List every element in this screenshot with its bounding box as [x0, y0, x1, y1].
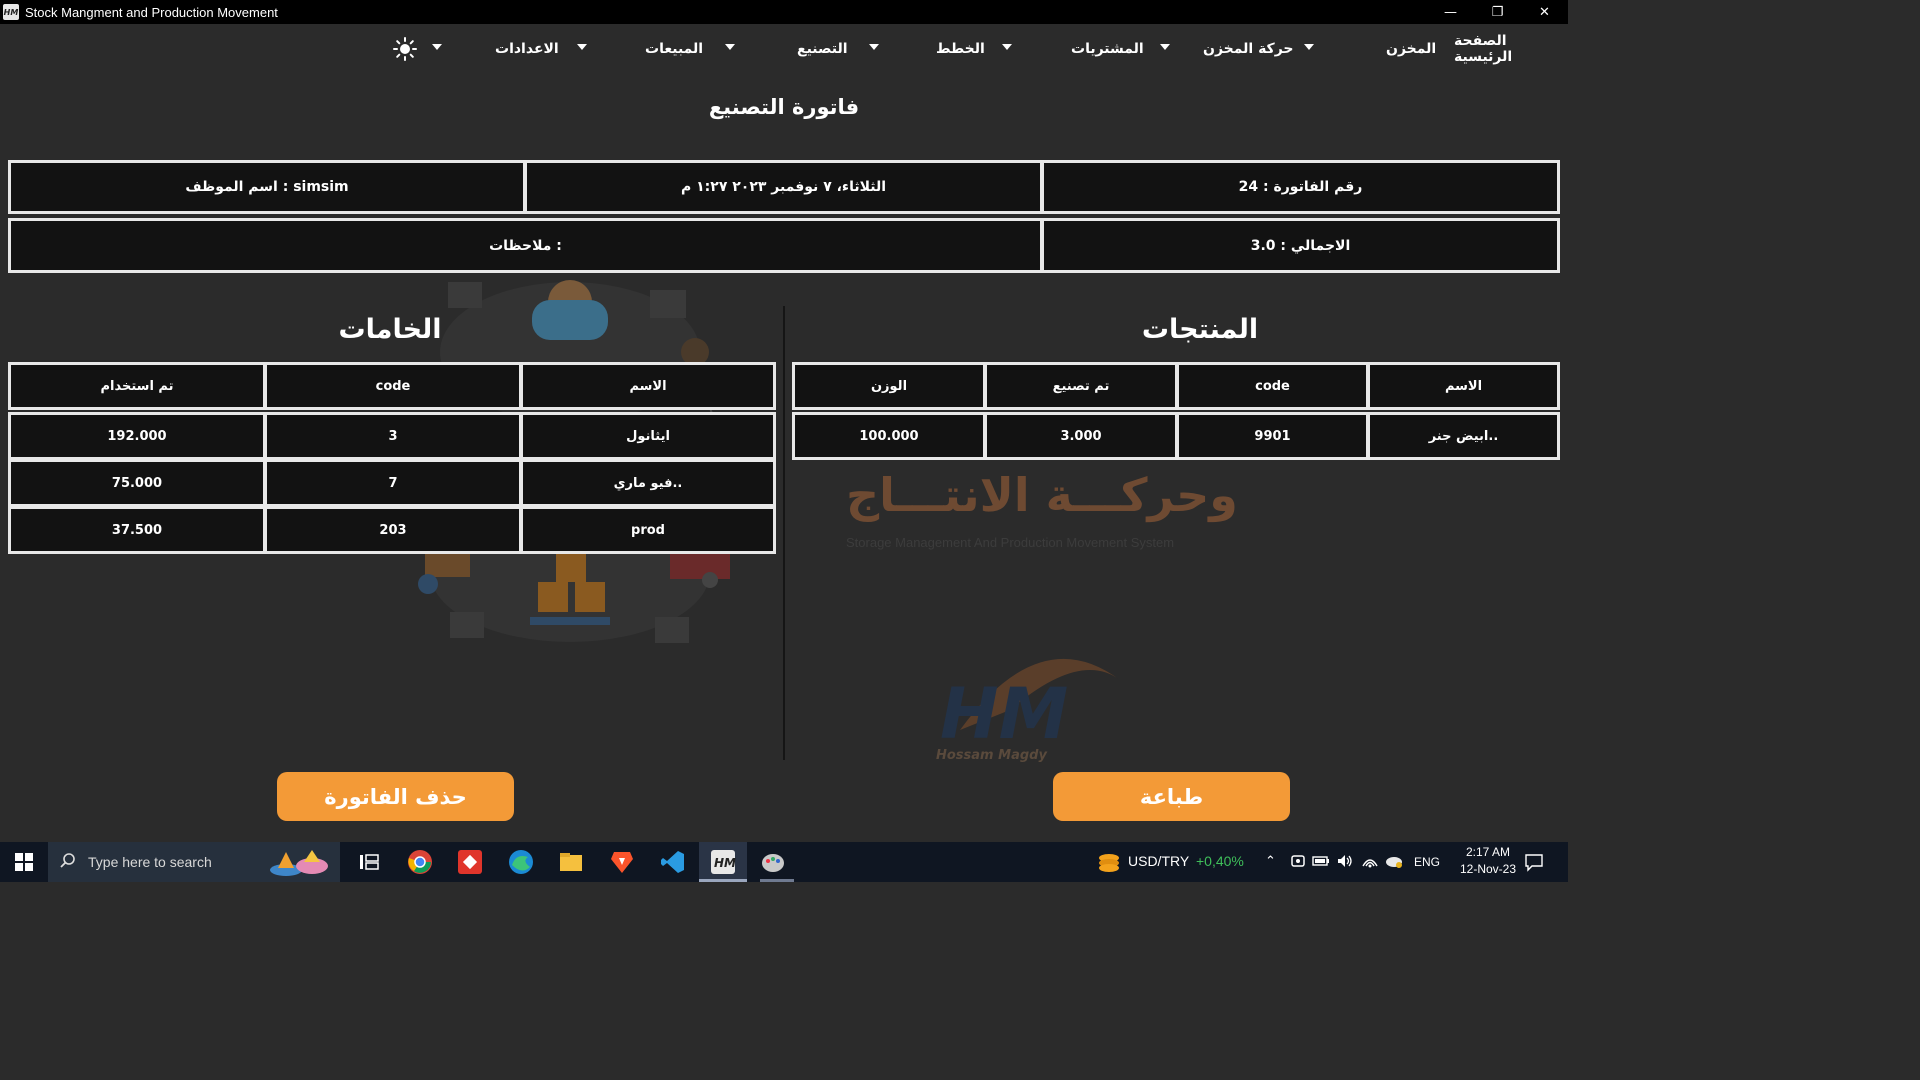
products-header-name: الاسم	[1367, 362, 1560, 410]
menu-stock-movement[interactable]: حركة المخزن	[1203, 38, 1294, 60]
table-cell[interactable]: 37.500	[8, 506, 266, 554]
chevron-down-icon[interactable]	[1304, 44, 1314, 50]
hm-app-icon[interactable]: HM	[710, 849, 736, 875]
menu-home[interactable]: الصفحة الرئيسية	[1454, 33, 1568, 65]
task-view-icon[interactable]	[356, 849, 382, 875]
webcam-icon[interactable]	[1289, 852, 1307, 870]
chrome-icon[interactable]	[407, 849, 433, 875]
taskbar-search-input[interactable]: Type here to search	[48, 842, 340, 882]
table-cell[interactable]: 9901	[1176, 412, 1369, 460]
ticker-symbol[interactable]: USD/TRY	[1128, 853, 1189, 869]
battery-icon[interactable]	[1312, 852, 1330, 870]
window-title: Stock Mangment and Production Movement	[25, 4, 278, 20]
close-button[interactable]: ✕	[1521, 0, 1568, 24]
table-cell[interactable]: 7	[264, 459, 522, 507]
search-icon	[60, 852, 76, 872]
hm-logo-icon: HM	[940, 658, 1120, 755]
ticker-change[interactable]: +0,40%	[1196, 853, 1244, 869]
anydesk-icon[interactable]	[457, 849, 483, 875]
page-title: فاتورة التصنيع	[708, 95, 860, 119]
materials-header-used: تم استخدام	[8, 362, 266, 410]
invoice-date: الثلاثاء، ٧ نوفمبر ٢٠٢٣ ١:٢٧ م	[524, 160, 1043, 214]
menu-purchases[interactable]: المشتريات	[1071, 38, 1144, 60]
products-title: المنتجات	[1141, 314, 1259, 345]
brave-icon[interactable]	[609, 849, 635, 875]
language-indicator[interactable]: ENG	[1414, 855, 1440, 869]
menu-manufacturing[interactable]: التصنيع	[797, 38, 848, 60]
app-logo-icon: HM	[3, 4, 19, 20]
paint-icon[interactable]	[760, 849, 786, 875]
invoice-number: رقم الفاتورة : 24	[1041, 160, 1560, 214]
table-cell[interactable]: فيو ماري..	[520, 459, 776, 507]
title-bar: HM Stock Mangment and Production Movemen…	[0, 0, 1568, 24]
wifi-icon[interactable]	[1361, 852, 1379, 870]
section-divider	[783, 306, 785, 760]
paint-running-indicator	[760, 879, 794, 882]
materials-title: الخامات	[338, 314, 442, 345]
employee-name: اسم الموظف : simsim	[8, 160, 526, 214]
menu-warehouse[interactable]: المخزن	[1386, 38, 1436, 60]
delete-invoice-button[interactable]: حذف الفاتورة	[277, 772, 514, 821]
products-header-weight: الوزن	[792, 362, 986, 410]
ticker-coins-icon[interactable]	[1096, 850, 1122, 876]
menu-settings[interactable]: الاعدادات	[495, 38, 559, 60]
table-cell[interactable]: 3.000	[984, 412, 1178, 460]
table-cell[interactable]: ابيض جنر..	[1367, 412, 1560, 460]
menu-plans[interactable]: الخطط	[936, 38, 985, 60]
chevron-down-icon[interactable]	[1002, 44, 1012, 50]
onedrive-icon[interactable]	[1384, 852, 1404, 870]
table-cell[interactable]: 75.000	[8, 459, 266, 507]
chevron-down-icon[interactable]	[869, 44, 879, 50]
theme-toggle-sun-icon[interactable]	[393, 37, 417, 61]
watermark-subtitle: Storage Management And Production Moveme…	[846, 535, 1175, 550]
maximize-button[interactable]: ❐	[1474, 0, 1521, 24]
file-explorer-icon[interactable]	[558, 849, 584, 875]
table-cell[interactable]: ايثانول	[520, 412, 776, 460]
chevron-down-icon[interactable]	[725, 44, 735, 50]
window-controls: — ❐ ✕	[1427, 0, 1568, 24]
volume-icon[interactable]	[1336, 852, 1354, 870]
notifications-icon[interactable]	[1524, 852, 1544, 872]
print-button[interactable]: طباعة	[1053, 772, 1290, 821]
watermark-title: وحركـــة الانتـــاج	[846, 468, 1238, 522]
table-cell[interactable]: 3	[264, 412, 522, 460]
start-button[interactable]	[0, 842, 48, 882]
products-header-manufactured: تم تصنيع	[984, 362, 1178, 410]
chevron-down-icon[interactable]	[577, 44, 587, 50]
table-cell[interactable]: 100.000	[792, 412, 986, 460]
vscode-icon[interactable]	[660, 849, 686, 875]
windows-logo-icon	[15, 853, 33, 871]
clock-date: 12-Nov-23	[1459, 862, 1516, 876]
invoice-total: الاجمالي : 3.0	[1041, 218, 1560, 273]
search-highlight-icon	[270, 850, 328, 876]
table-cell[interactable]: 203	[264, 506, 522, 554]
chevron-down-icon[interactable]	[432, 44, 442, 50]
materials-header-name: الاسم	[520, 362, 776, 410]
materials-header-code: code	[264, 362, 522, 410]
search-placeholder: Type here to search	[88, 854, 212, 870]
table-cell[interactable]: prod	[520, 506, 776, 554]
products-header-code: code	[1176, 362, 1369, 410]
clock-time: 2:17 AM	[1465, 845, 1510, 859]
minimize-button[interactable]: —	[1427, 0, 1474, 24]
edge-icon[interactable]	[508, 849, 534, 875]
watermark-author: Hossam Magdy	[936, 748, 1047, 763]
chevron-up-icon[interactable]: ⌃	[1265, 853, 1276, 869]
invoice-notes: ملاحظات :	[8, 218, 1043, 273]
menu-bar: الصفحة الرئيسية المخزن حركة المخزن المشت…	[0, 24, 1568, 72]
clock[interactable]: 2:17 AM 12-Nov-23	[1460, 844, 1516, 878]
table-cell[interactable]: 192.000	[8, 412, 266, 460]
chevron-down-icon[interactable]	[1160, 44, 1170, 50]
menu-sales[interactable]: المبيعات	[645, 38, 703, 60]
svg-text:HM: HM	[714, 856, 736, 870]
svg-text:HM: HM	[940, 673, 1068, 755]
active-app-indicator	[699, 879, 747, 882]
